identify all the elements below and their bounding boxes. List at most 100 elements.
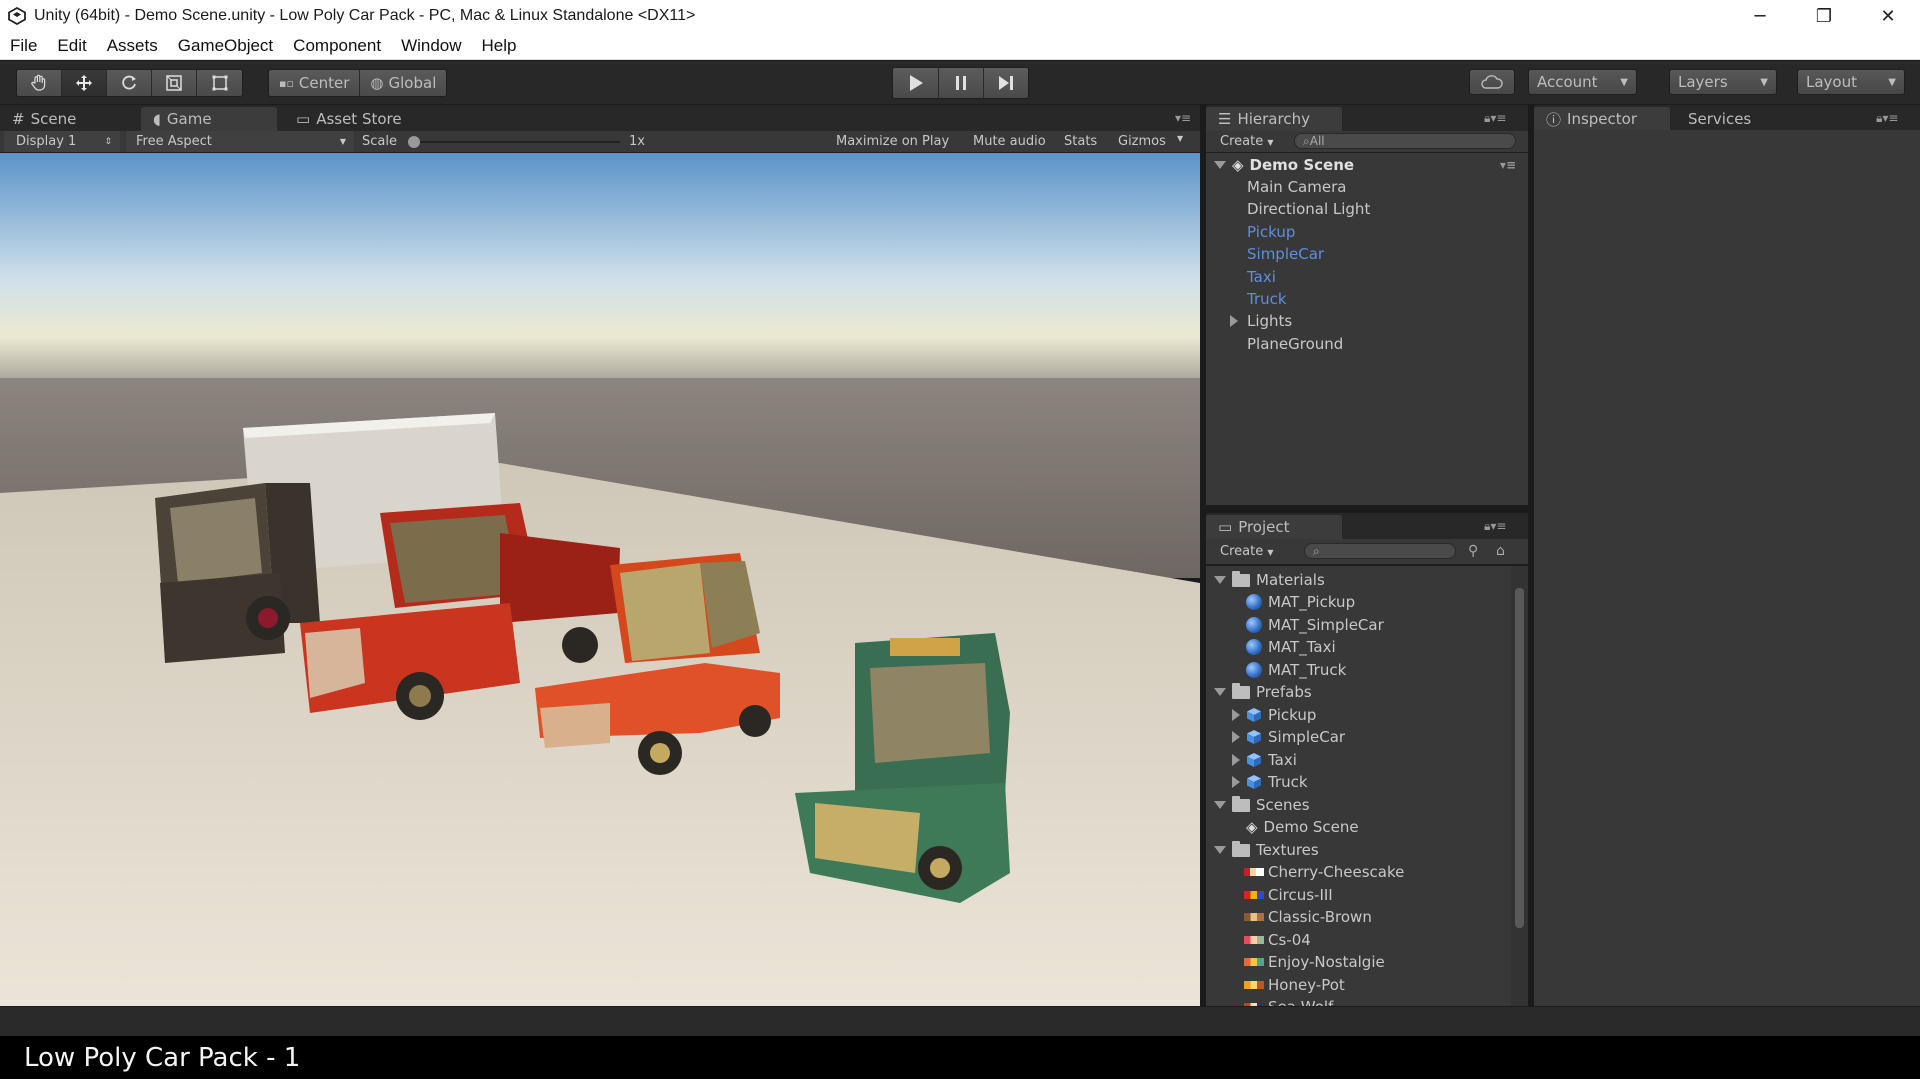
expand-arrow-icon[interactable] <box>1232 731 1240 743</box>
asset-label: MAT_Taxi <box>1268 638 1336 656</box>
rotate-tool-icon[interactable] <box>107 70 152 96</box>
game-view[interactable] <box>0 153 1200 1006</box>
asset-mat-pickup[interactable]: MAT_Pickup <box>1206 591 1511 613</box>
expand-arrow-icon[interactable] <box>1232 754 1240 766</box>
pause-button[interactable] <box>938 68 983 98</box>
asset-prefab-simplecar[interactable]: SimpleCar <box>1206 726 1511 748</box>
tab-hierarchy-label: Hierarchy <box>1237 110 1310 128</box>
hierarchy-item-lights[interactable]: Lights <box>1206 310 1528 332</box>
display-select[interactable]: Display 1 ⇕ <box>4 131 120 152</box>
layers-dropdown[interactable]: Layers ▼ <box>1669 69 1777 95</box>
tab-project[interactable]: ▭ Project <box>1206 515 1342 539</box>
folder-row-prefabs[interactable]: Prefabs <box>1206 681 1511 703</box>
asset-mat-truck[interactable]: MAT_Truck <box>1206 659 1511 681</box>
project-scrollbar-thumb[interactable] <box>1515 588 1524 928</box>
pivot-center-toggle[interactable]: ▪▫ Center <box>269 70 360 96</box>
filter-type-icon[interactable]: ⚲ <box>1468 543 1478 559</box>
move-tool-icon[interactable] <box>62 70 107 96</box>
restore-button[interactable]: ❐ <box>1792 0 1856 32</box>
material-sphere-icon <box>1246 662 1262 678</box>
hand-tool-icon[interactable] <box>17 70 62 96</box>
layout-dropdown[interactable]: Layout ▼ <box>1797 69 1905 95</box>
texture-swatch-icon <box>1244 958 1264 966</box>
menu-gameobject[interactable]: GameObject <box>168 36 283 56</box>
scene-root-row[interactable]: ◈ Demo Scene ▾≡ <box>1206 154 1528 176</box>
close-button[interactable]: ✕ <box>1856 0 1920 32</box>
tab-inspector[interactable]: ⓘ Inspector <box>1534 107 1670 131</box>
gizmos-dropdown[interactable]: Gizmos <box>1118 134 1166 149</box>
hierarchy-create-button[interactable]: Create ▼ <box>1220 134 1274 149</box>
tab-game[interactable]: ◖ Game <box>141 107 277 131</box>
project-search-input[interactable]: ⌕ <box>1304 543 1456 559</box>
expand-arrow-icon[interactable] <box>1214 688 1226 696</box>
step-button[interactable] <box>983 68 1028 98</box>
hierarchy-search-input[interactable]: ⌕ All <box>1294 133 1516 149</box>
asset-prefab-pickup[interactable]: Pickup <box>1206 704 1511 726</box>
hierarchy-item-taxi[interactable]: Taxi <box>1206 266 1528 288</box>
folder-row-textures[interactable]: Textures <box>1206 839 1511 861</box>
store-bag-icon: ▭ <box>296 110 311 128</box>
lock-icon[interactable]: 🔒︎▾≡ <box>1484 519 1506 534</box>
folder-icon <box>1232 795 1250 812</box>
scale-slider-track[interactable] <box>410 141 620 143</box>
tag-icon[interactable]: ⌂ <box>1496 543 1505 559</box>
asset-texture-honey-pot[interactable]: Honey-Pot <box>1206 974 1511 996</box>
asset-mat-simplecar[interactable]: MAT_SimpleCar <box>1206 614 1511 636</box>
rect-tool-icon[interactable] <box>197 70 242 96</box>
stats-toggle[interactable]: Stats <box>1064 134 1097 149</box>
lock-icon[interactable]: 🔒︎▾≡ <box>1484 111 1506 126</box>
expand-arrow-icon[interactable] <box>1214 576 1226 584</box>
asset-label: Sea-Wolf <box>1268 998 1333 1006</box>
hierarchy-item-main-camera[interactable]: Main Camera <box>1206 176 1528 198</box>
expand-arrow-icon[interactable] <box>1230 315 1238 327</box>
menu-file[interactable]: File <box>0 36 47 56</box>
expand-arrow-icon[interactable] <box>1232 776 1240 788</box>
scene-menu-icon[interactable]: ▾≡ <box>1500 158 1516 172</box>
pivot-global-toggle[interactable]: ◍ Global <box>359 70 447 96</box>
scale-tool-icon[interactable] <box>152 70 197 96</box>
play-button[interactable] <box>893 68 938 98</box>
expand-arrow-icon[interactable] <box>1214 801 1226 809</box>
panel-menu-icon[interactable]: ▾≡ <box>1175 111 1191 125</box>
asset-texture-circus-iii[interactable]: Circus-III <box>1206 884 1511 906</box>
project-create-button[interactable]: Create ▼ <box>1220 544 1274 559</box>
hierarchy-item-truck[interactable]: Truck <box>1206 288 1528 310</box>
scale-slider-thumb[interactable] <box>408 136 420 148</box>
asset-texture-sea-wolf[interactable]: Sea-Wolf <box>1206 996 1511 1006</box>
aspect-select[interactable]: Free Aspect ▼ <box>126 131 354 152</box>
expand-arrow-icon[interactable] <box>1214 846 1226 854</box>
account-dropdown[interactable]: Account ▼ <box>1528 69 1637 95</box>
tab-scene[interactable]: # Scene <box>0 107 88 131</box>
lock-icon[interactable]: 🔒︎▾≡ <box>1876 111 1898 126</box>
hierarchy-item-planeground[interactable]: PlaneGround <box>1206 333 1528 355</box>
tab-services[interactable]: Services <box>1676 107 1763 131</box>
menu-edit[interactable]: Edit <box>47 36 96 56</box>
menu-component[interactable]: Component <box>283 36 391 56</box>
asset-scene-demo[interactable]: ◈ Demo Scene <box>1206 816 1511 838</box>
hierarchy-item-simplecar[interactable]: SimpleCar <box>1206 243 1528 265</box>
mute-audio-toggle[interactable]: Mute audio <box>973 134 1046 149</box>
folder-row-materials[interactable]: Materials <box>1206 569 1511 591</box>
asset-texture-enjoy-nostalgie[interactable]: Enjoy-Nostalgie <box>1206 951 1511 973</box>
asset-texture-cherry-cheescake[interactable]: Cherry-Cheescake <box>1206 861 1511 883</box>
pivot-global-label: Global <box>388 74 437 92</box>
asset-prefab-truck[interactable]: Truck <box>1206 771 1511 793</box>
menu-assets[interactable]: Assets <box>97 36 168 56</box>
hierarchy-item-directional-light[interactable]: Directional Light <box>1206 198 1528 220</box>
minimize-button[interactable]: ─ <box>1728 0 1792 32</box>
asset-prefab-taxi[interactable]: Taxi <box>1206 749 1511 771</box>
maximize-on-play-toggle[interactable]: Maximize on Play <box>836 134 949 149</box>
expand-arrow-icon[interactable] <box>1214 161 1226 169</box>
folder-icon: ▭ <box>1218 518 1233 536</box>
tab-asset-store[interactable]: ▭ Asset Store <box>284 107 414 131</box>
menu-window[interactable]: Window <box>391 36 471 56</box>
menu-help[interactable]: Help <box>472 36 527 56</box>
expand-arrow-icon[interactable] <box>1232 709 1240 721</box>
collab-cloud-button[interactable] <box>1469 69 1515 95</box>
hierarchy-item-pickup[interactable]: Pickup <box>1206 221 1528 243</box>
folder-row-scenes[interactable]: Scenes <box>1206 794 1511 816</box>
tab-hierarchy[interactable]: ☰ Hierarchy <box>1206 107 1342 131</box>
asset-mat-taxi[interactable]: MAT_Taxi <box>1206 636 1511 658</box>
asset-texture-classic-brown[interactable]: Classic-Brown <box>1206 906 1511 928</box>
asset-texture-cs-04[interactable]: Cs-04 <box>1206 929 1511 951</box>
